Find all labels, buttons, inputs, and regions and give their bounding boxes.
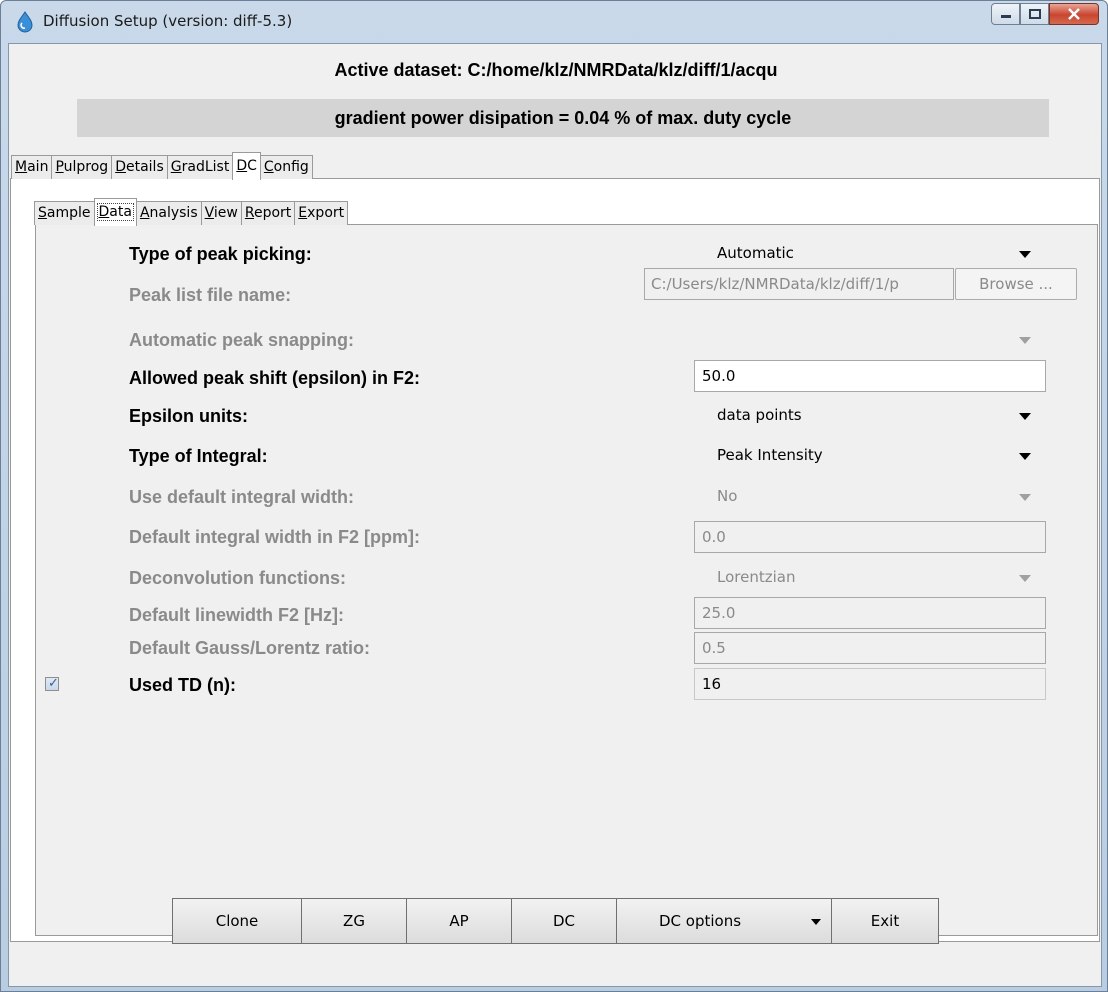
chevron-down-icon (811, 919, 821, 925)
dc-options-label: DC options (659, 912, 742, 930)
tab-export-label: xport (307, 205, 345, 221)
tab-main[interactable]: Main (11, 155, 53, 179)
chevron-down-icon (1019, 494, 1031, 501)
tab-view[interactable]: View (200, 201, 242, 225)
ap-button[interactable]: AP (406, 898, 512, 944)
tab-dc-mnemonic: D (236, 158, 248, 174)
chevron-down-icon (1019, 251, 1031, 258)
linewidth-f2-label: Default linewidth F2 [Hz]: (129, 605, 344, 625)
sub-tab-bar: Sample Data Analysis View Report Export (34, 198, 349, 226)
tab-view-mnemonic: V (204, 205, 214, 221)
checkmark-icon: ✓ (48, 675, 59, 690)
close-icon (1068, 8, 1080, 20)
epsilon-units-select[interactable]: data points (695, 402, 1045, 430)
gradient-power-banner: gradient power disipation = 0.04 % of ma… (77, 99, 1049, 137)
tab-main-label: ain (27, 159, 49, 175)
tab-sample-label: ample (46, 205, 91, 221)
tab-report-mnemonic: R (244, 205, 254, 221)
chevron-down-icon (1019, 337, 1031, 344)
tab-pulprog-mnemonic: P (55, 159, 64, 175)
title-bar[interactable]: Diffusion Setup (version: diff-5.3) (1, 1, 1107, 43)
tab-pulprog[interactable]: Pulprog (51, 155, 113, 179)
tab-gradlist-label: radList (181, 159, 230, 175)
integral-type-label: Type of Integral: (129, 446, 268, 466)
clone-button[interactable]: Clone (172, 898, 302, 944)
chevron-down-icon (1019, 453, 1031, 460)
app-window: Diffusion Setup (version: diff-5.3) Acti… (0, 0, 1108, 992)
peak-snapping-label: Automatic peak snapping: (129, 330, 355, 350)
maximize-icon (1028, 9, 1041, 19)
tab-details-label: etails (125, 159, 164, 175)
window-title: Diffusion Setup (version: diff-5.3) (43, 12, 293, 30)
tab-gradlist[interactable]: GradList (166, 155, 234, 179)
minimize-button[interactable] (991, 3, 1020, 25)
close-button[interactable] (1049, 3, 1099, 25)
peak-list-file-label: Peak list file name: (129, 285, 292, 305)
dc-button[interactable]: DC (511, 898, 617, 944)
deconvolution-value: Lorentzian (717, 568, 796, 586)
main-tab-bar: Main Pulprog Details GradList DC Config (11, 152, 313, 180)
integral-type-select[interactable]: Peak Intensity (695, 442, 1045, 470)
epsilon-units-value: data points (717, 406, 802, 424)
active-dataset-label: Active dataset: C:/home/klz/NMRData/klz/… (334, 60, 778, 80)
tab-export[interactable]: Export (294, 201, 349, 225)
caption-buttons (991, 3, 1099, 25)
chevron-down-icon (1019, 575, 1031, 582)
deconvolution-select[interactable]: Lorentzian (695, 564, 1045, 592)
deconvolution-label: Deconvolution functions: (129, 568, 346, 588)
tab-sample-mnemonic: S (38, 205, 47, 221)
tab-details-mnemonic: D (115, 159, 126, 175)
tab-main-mnemonic: M (15, 159, 28, 175)
peak-picking-select[interactable]: Automatic (695, 240, 1045, 268)
peak-picking-value: Automatic (717, 244, 794, 262)
used-td-checkbox[interactable]: ✓ (45, 675, 59, 691)
default-integral-width-label: Use default integral width: (129, 487, 355, 507)
peak-snapping-select[interactable] (695, 326, 1045, 354)
tab-export-mnemonic: E (298, 205, 308, 221)
tab-details[interactable]: Details (111, 155, 168, 179)
tab-config-label: onfig (273, 159, 309, 175)
tab-view-label: iew (213, 205, 238, 221)
tab-data-label: ata (109, 204, 132, 220)
action-button-bar: Clone ZG AP DC DC options Exit (172, 898, 939, 946)
integral-width-f2-label: Default integral width in F2 [ppm]: (129, 527, 420, 547)
tab-data-mnemonic: D (98, 204, 110, 220)
browse-button[interactable]: Browse ... (955, 268, 1077, 300)
default-integral-width-select[interactable]: No (695, 483, 1045, 511)
tab-analysis-mnemonic: A (139, 205, 150, 221)
tab-config[interactable]: Config (259, 155, 313, 179)
tab-dc-label: C (247, 158, 257, 174)
tab-gradlist-mnemonic: G (170, 159, 182, 175)
client-area: Active dataset: C:/home/klz/NMRData/klz/… (8, 43, 1102, 987)
app-logo-icon (17, 11, 33, 33)
epsilon-units-label: Epsilon units: (129, 406, 248, 426)
gauss-lorentz-label: Default Gauss/Lorentz ratio: (129, 638, 371, 658)
peak-picking-label: Type of peak picking: (129, 244, 312, 264)
integral-type-value: Peak Intensity (717, 446, 823, 464)
zg-button[interactable]: ZG (301, 898, 407, 944)
tab-sample[interactable]: Sample (34, 201, 95, 225)
peak-shift-input[interactable]: 50.0 (694, 360, 1046, 392)
used-td-input[interactable]: 16 (694, 668, 1046, 700)
gauss-lorentz-input[interactable]: 0.5 (694, 632, 1046, 664)
linewidth-f2-input[interactable]: 25.0 (694, 597, 1046, 629)
chevron-down-icon (1019, 413, 1031, 420)
peak-shift-label: Allowed peak shift (epsilon) in F2: (129, 368, 421, 388)
tab-dc[interactable]: DC (232, 152, 261, 180)
minimize-icon (1000, 15, 1011, 18)
used-td-label: Used TD (n): (129, 675, 236, 695)
peak-list-file-input[interactable]: C:/Users/klz/NMRData/klz/diff/1/p (644, 268, 954, 300)
tab-config-mnemonic: C (263, 159, 274, 175)
exit-button[interactable]: Exit (831, 898, 939, 944)
tab-report[interactable]: Report (240, 201, 296, 225)
tab-report-label: eport (253, 205, 292, 221)
tab-analysis-label: nalysis (149, 205, 198, 221)
tab-data[interactable]: Data (93, 198, 137, 226)
integral-width-f2-input[interactable]: 0.0 (694, 521, 1046, 553)
dc-options-button[interactable]: DC options (616, 898, 832, 944)
maximize-button[interactable] (1020, 3, 1049, 25)
default-integral-width-value: No (717, 487, 738, 505)
tab-pulprog-label: ulprog (63, 159, 109, 175)
tab-analysis[interactable]: Analysis (135, 201, 202, 225)
